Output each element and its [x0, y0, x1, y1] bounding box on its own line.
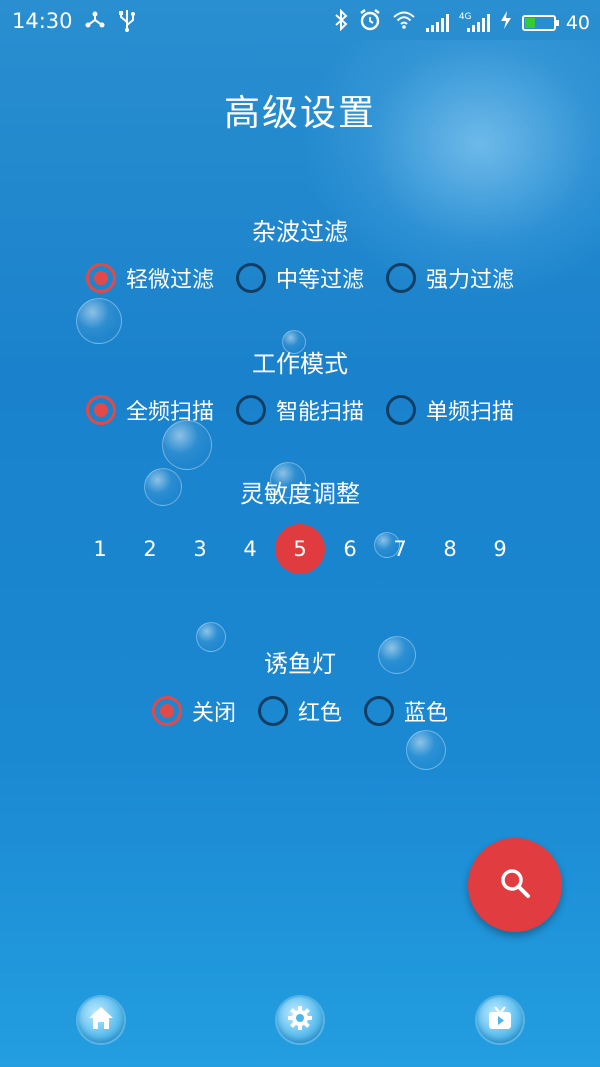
battery-fill — [524, 17, 536, 28]
radio-button[interactable] — [85, 263, 116, 293]
radio-button[interactable] — [85, 395, 116, 425]
signal-4g-icon: 4G — [458, 11, 490, 32]
sensitivity-level-3[interactable]: 3 — [175, 524, 225, 574]
work-mode-option-smart[interactable]: 智能扫描 — [235, 394, 364, 426]
alarm-icon — [358, 8, 382, 37]
nav-settings-button[interactable] — [277, 997, 323, 1043]
search-icon — [498, 866, 532, 904]
radio-label: 智能扫描 — [275, 400, 364, 425]
clutter-filter-title: 杂波过滤 — [252, 218, 348, 246]
fish-light-option-red[interactable]: 红色 — [257, 695, 342, 727]
search-fab-button[interactable] — [468, 838, 562, 932]
bubble-decoration — [406, 730, 446, 770]
tv-icon — [486, 1004, 514, 1036]
status-bar: 14:30 4G 40 — [0, 0, 600, 42]
work-mode-group: 全频扫描 智能扫描 单频扫描 — [0, 394, 600, 426]
radio-label: 红色 — [297, 701, 342, 726]
radio-label: 轻微过滤 — [125, 268, 214, 293]
charging-icon — [500, 10, 512, 35]
bluetooth-icon — [334, 8, 348, 36]
sensitivity-level-6[interactable]: 6 — [325, 524, 375, 574]
status-time: 14:30 — [12, 9, 73, 33]
radio-button[interactable] — [235, 263, 266, 293]
bubble-decoration — [76, 298, 122, 344]
nav-home-button[interactable] — [78, 997, 124, 1043]
radio-button[interactable] — [151, 696, 182, 726]
signal-icon — [425, 13, 449, 32]
wifi-icon — [392, 10, 416, 35]
radio-button[interactable] — [257, 696, 288, 726]
sensitivity-level-4[interactable]: 4 — [225, 524, 275, 574]
radio-button[interactable] — [386, 263, 416, 293]
fish-light-title: 诱鱼灯 — [264, 650, 336, 678]
radio-label: 强力过滤 — [426, 268, 515, 293]
radio-label: 全频扫描 — [125, 400, 214, 425]
fish-light-option-blue[interactable]: 蓝色 — [364, 695, 448, 727]
home-icon — [87, 1005, 115, 1035]
sensitivity-level-7[interactable]: 7 — [375, 524, 425, 574]
radio-label: 中等过滤 — [275, 268, 364, 293]
page-title: 高级设置 — [223, 93, 376, 134]
sensitivity-level-5[interactable]: 5 — [275, 524, 325, 574]
background-glow — [300, 40, 600, 300]
radio-label: 关闭 — [191, 701, 236, 726]
battery-level: 40 — [565, 11, 590, 34]
gear-icon — [286, 1004, 314, 1036]
radio-label: 单频扫描 — [426, 400, 515, 425]
sensitivity-selector: 1 2 3 4 5 6 7 8 9 — [75, 524, 525, 574]
work-mode-option-single[interactable]: 单频扫描 — [386, 394, 514, 426]
sensitivity-title: 灵敏度调整 — [240, 480, 360, 508]
bubble-decoration — [162, 420, 212, 470]
radio-button[interactable] — [364, 696, 394, 726]
clutter-filter-option-strong[interactable]: 强力过滤 — [386, 262, 514, 294]
work-mode-option-full[interactable]: 全频扫描 — [85, 394, 214, 426]
sensitivity-level-2[interactable]: 2 — [125, 524, 175, 574]
clutter-filter-option-medium[interactable]: 中等过滤 — [235, 262, 364, 294]
fish-light-group: 关闭 红色 蓝色 — [0, 695, 600, 727]
work-mode-title: 工作模式 — [252, 350, 348, 378]
sensitivity-level-8[interactable]: 8 — [425, 524, 475, 574]
fish-light-option-off[interactable]: 关闭 — [151, 695, 236, 727]
radio-button[interactable] — [386, 395, 416, 425]
sensitivity-level-1[interactable]: 1 — [75, 524, 125, 574]
radio-label: 蓝色 — [404, 701, 449, 726]
clutter-filter-group: 轻微过滤 中等过滤 强力过滤 — [0, 262, 600, 294]
share-icon — [84, 8, 106, 37]
network-type-label: 4G — [458, 11, 472, 22]
nav-tv-button[interactable] — [477, 997, 523, 1043]
battery-icon — [521, 14, 559, 31]
clutter-filter-option-light[interactable]: 轻微过滤 — [85, 262, 214, 294]
radio-button[interactable] — [235, 395, 266, 425]
sensitivity-level-9[interactable]: 9 — [475, 524, 525, 574]
usb-icon — [118, 8, 136, 37]
